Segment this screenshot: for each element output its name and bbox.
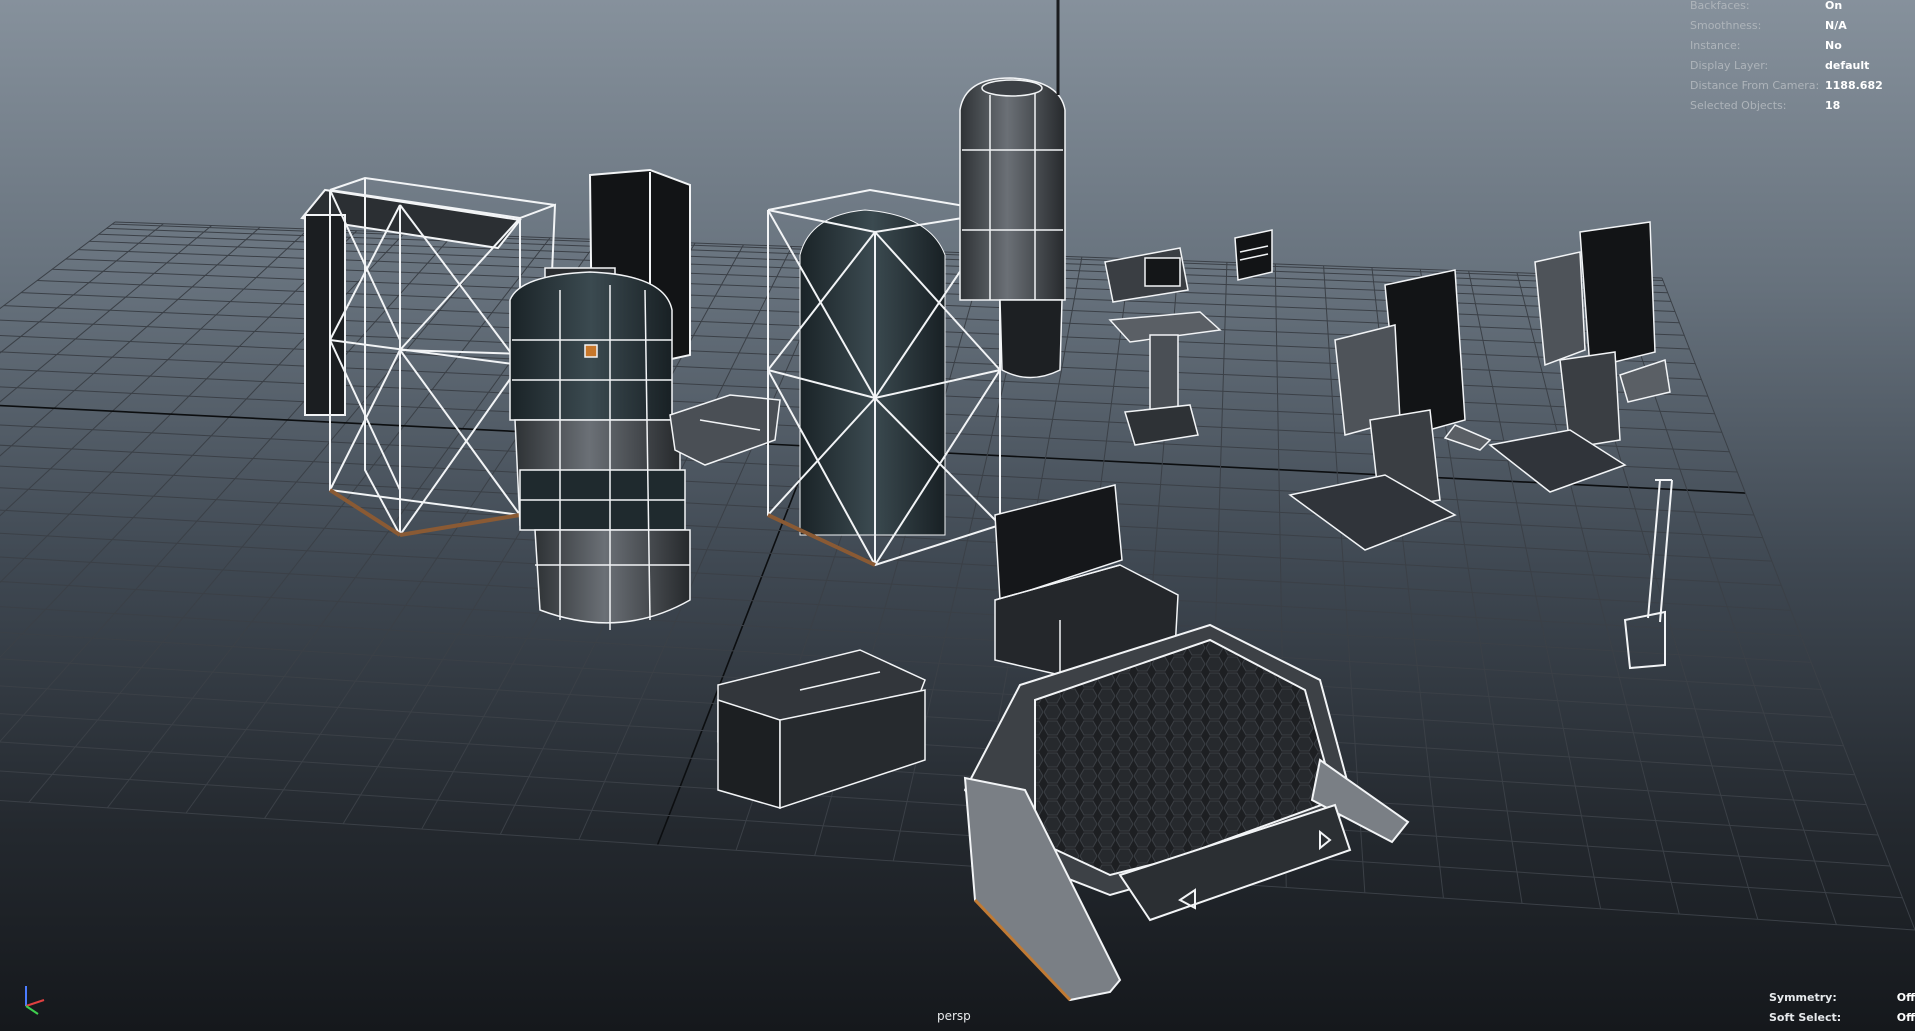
heads-up-display: Backfaces: On Smoothness: N/A Instance: … <box>1690 0 1883 116</box>
floor-connector-plate[interactable] <box>669 394 781 466</box>
hud-row-soft-select: Soft Select: Off <box>1769 1008 1915 1028</box>
supply-crate-closed[interactable] <box>717 649 926 810</box>
hud-row-display-layer: Display Layer: default <box>1690 56 1883 76</box>
hud-label: Backfaces: <box>1690 0 1750 12</box>
axis-gizmo-icon <box>25 986 45 1015</box>
hud-row-symmetry: Symmetry: Off <box>1769 988 1915 1008</box>
hud-value: 18 <box>1825 99 1841 112</box>
3d-viewport[interactable]: Backfaces: On Smoothness: N/A Instance: … <box>0 0 1915 1031</box>
signal-post[interactable] <box>1623 479 1673 670</box>
hud-row-distance: Distance From Camera: 1188.682 <box>1690 76 1883 96</box>
fuel-tank-tall[interactable] <box>959 77 1066 379</box>
hud-row-instance: Instance: No <box>1690 36 1883 56</box>
hud-row-backfaces: Backfaces: On <box>1690 0 1883 16</box>
fuel-canister-left[interactable] <box>509 267 691 630</box>
hud-value: default <box>1825 59 1870 72</box>
hud-value: Off <box>1896 1011 1915 1024</box>
hud-value: On <box>1825 0 1843 12</box>
hud-label: Distance From Camera: <box>1690 79 1820 92</box>
small-screen-panel[interactable] <box>1234 229 1273 281</box>
control-console-right[interactable] <box>1488 221 1671 493</box>
hud-label: Soft Select: <box>1769 1011 1842 1024</box>
hud-row-smoothness: Smoothness: N/A <box>1690 16 1883 36</box>
hud-value: N/A <box>1825 19 1847 32</box>
heads-up-display-bottom: Symmetry: Off Soft Select: Off <box>1769 988 1915 1028</box>
hud-label: Smoothness: <box>1690 19 1762 32</box>
control-console-left[interactable] <box>1288 269 1492 551</box>
hud-value: No <box>1825 39 1842 52</box>
hud-row-selected-objects: Selected Objects: 18 <box>1690 96 1883 116</box>
hud-label: Display Layer: <box>1690 59 1769 72</box>
hex-landing-pad[interactable] <box>963 623 1410 1002</box>
camera-name-label: persp <box>937 1009 971 1023</box>
hud-label: Selected Objects: <box>1690 99 1787 112</box>
small-display-terminal[interactable] <box>1104 247 1222 446</box>
hud-value: 1188.682 <box>1825 79 1883 92</box>
hud-label: Instance: <box>1690 39 1741 52</box>
hud-label: Symmetry: <box>1769 991 1837 1004</box>
scene-objects[interactable] <box>0 0 1915 1031</box>
hud-value: Off <box>1896 991 1915 1004</box>
